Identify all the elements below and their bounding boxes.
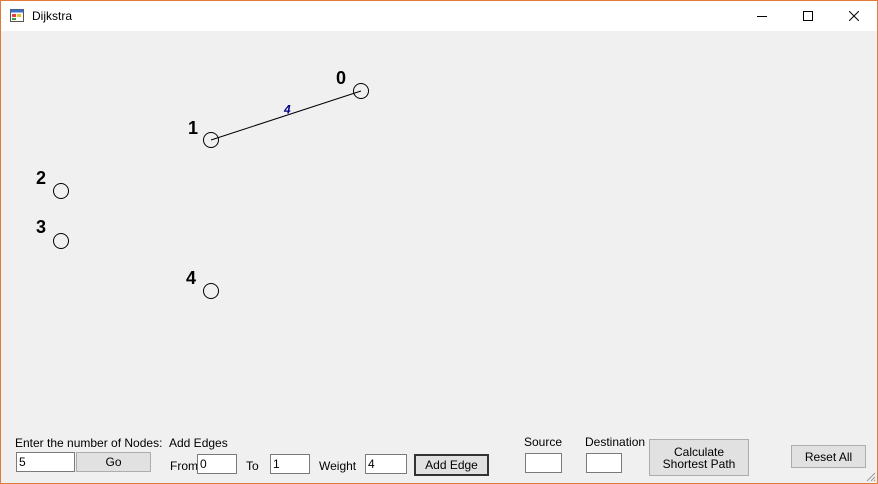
to-label: To — [246, 459, 259, 473]
node-label-1: 1 — [188, 118, 198, 138]
source-input[interactable] — [525, 453, 562, 473]
weight-label: Weight — [319, 459, 357, 473]
calculate-button-line2: Shortest Path — [662, 456, 736, 471]
close-icon — [849, 11, 859, 21]
to-input[interactable] — [270, 454, 310, 474]
minimize-button[interactable] — [739, 1, 785, 31]
app-window: Dijkstra 4 0 1 2 3 4 Enter the number of Node… — [0, 0, 878, 484]
node-label-0: 0 — [336, 68, 346, 88]
destination-input[interactable] — [586, 453, 622, 473]
maximize-button[interactable] — [785, 1, 831, 31]
maximize-icon — [803, 11, 813, 21]
node-3[interactable] — [53, 233, 69, 249]
resize-grip-icon[interactable] — [864, 470, 876, 482]
graph-drawing: 4 0 1 2 3 4 — [36, 68, 369, 299]
reset-all-button[interactable]: Reset All — [791, 445, 866, 468]
edge-weight-label: 4 — [283, 103, 291, 117]
node-label-3: 3 — [36, 217, 46, 237]
nodes-count-input[interactable] — [16, 452, 75, 472]
add-edge-button[interactable]: Add Edge — [414, 454, 489, 476]
nodes-count-label: Enter the number of Nodes: — [15, 436, 163, 450]
calculate-button-line1: Calculate — [673, 444, 725, 459]
add-edges-label: Add Edges — [169, 436, 228, 450]
close-button[interactable] — [831, 1, 877, 31]
from-label: From — [170, 459, 198, 473]
node-label-2: 2 — [36, 168, 46, 188]
window-title: Dijkstra — [32, 9, 73, 23]
source-label: Source — [524, 435, 563, 449]
minimize-icon — [757, 11, 767, 21]
node-4[interactable] — [203, 283, 219, 299]
node-2[interactable] — [53, 183, 69, 199]
go-button[interactable]: Go — [76, 452, 151, 472]
node-label-4: 4 — [186, 268, 196, 288]
app-icon — [10, 9, 24, 22]
title-bar[interactable]: Dijkstra — [1, 1, 877, 31]
weight-input[interactable] — [365, 454, 407, 474]
graph-canvas[interactable]: 4 0 1 2 3 4 — [1, 31, 877, 431]
calculate-shortest-path-button[interactable]: Calculate Shortest Path — [649, 439, 749, 476]
from-input[interactable] — [197, 454, 237, 474]
destination-label: Destination — [585, 435, 646, 449]
